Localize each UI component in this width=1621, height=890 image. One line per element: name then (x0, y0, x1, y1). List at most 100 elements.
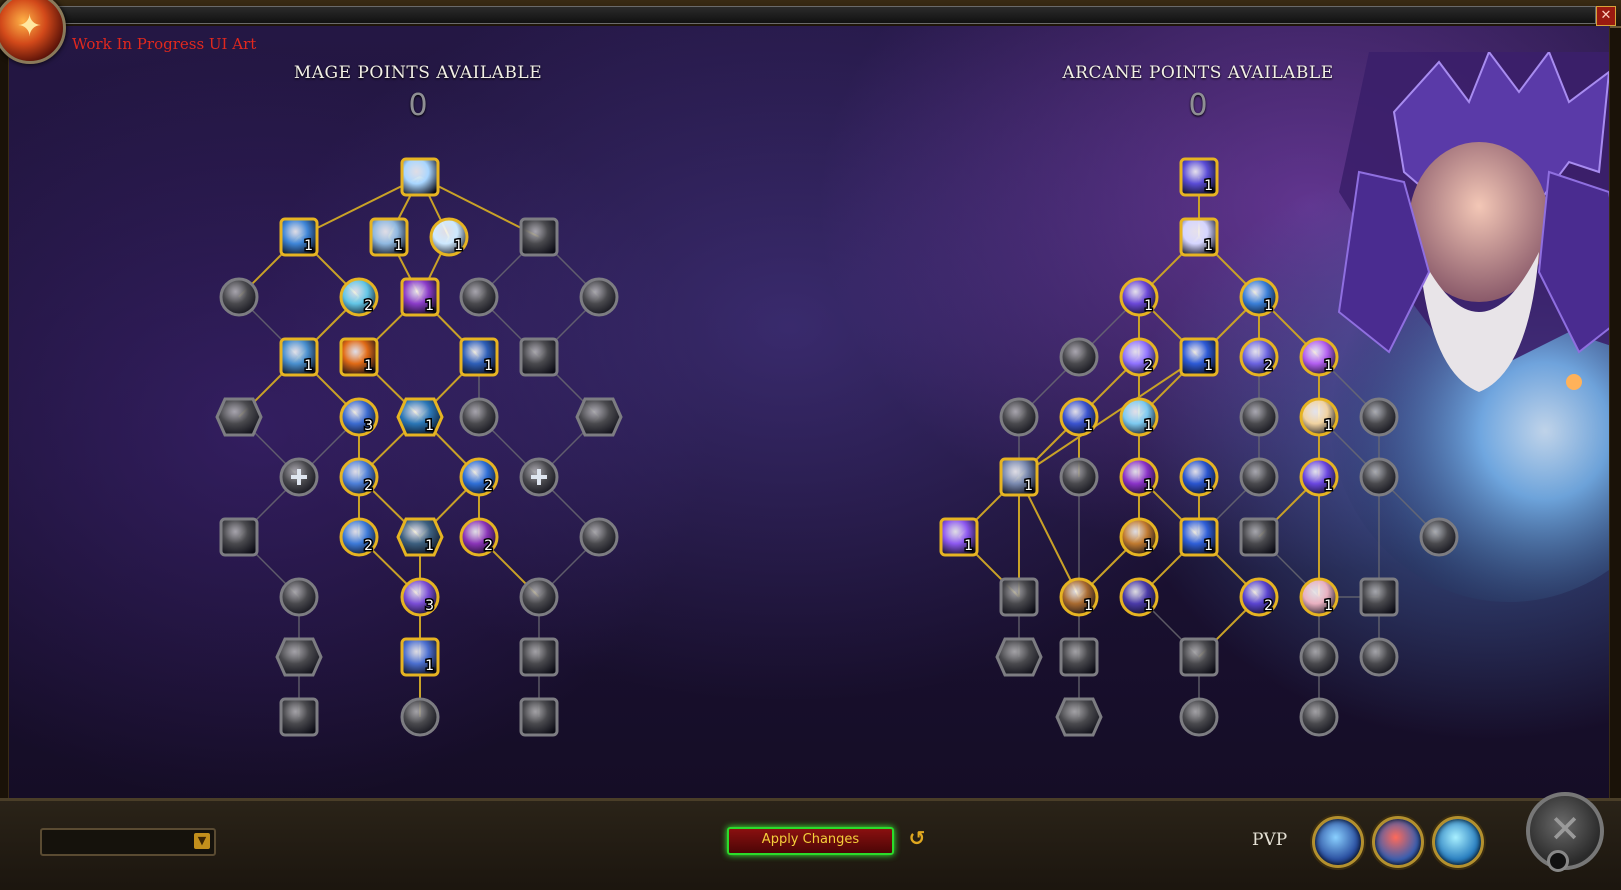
talent-node-a31[interactable]: 2 (1239, 577, 1279, 617)
loadout-dropdown[interactable]: ▼ (40, 828, 216, 856)
talent-node-a18[interactable]: 1 (1119, 457, 1159, 497)
talent-node-a25[interactable]: 1 (1179, 517, 1219, 557)
talent-node-m33[interactable]: 1 (400, 637, 440, 677)
talent-node-m1[interactable] (400, 157, 440, 197)
supernova-icon[interactable] (1059, 457, 1099, 497)
talent-node-m12[interactable]: 1 (339, 337, 379, 377)
chevron-down-icon[interactable]: ▼ (194, 833, 210, 849)
cyclone-icon[interactable] (1239, 457, 1279, 497)
talent-node-m28[interactable] (579, 517, 619, 557)
frozen-touch-icon[interactable] (279, 577, 319, 617)
talent-node-m2[interactable]: 1 (279, 217, 319, 257)
dragon-breath-icon[interactable] (579, 277, 619, 317)
talent-node-m5[interactable] (519, 217, 559, 257)
talent-node-m17[interactable]: 1 (396, 397, 444, 437)
talent-node-a12[interactable]: 1 (1119, 397, 1159, 437)
talent-node-a41[interactable] (1299, 697, 1339, 737)
talent-node-m34[interactable] (519, 637, 559, 677)
talent-node-a16[interactable]: 1 (999, 457, 1039, 497)
talent-node-m18[interactable] (459, 397, 499, 437)
talent-node-a11[interactable]: 1 (1059, 397, 1099, 437)
spellsteal-icon[interactable] (519, 337, 559, 377)
talent-node-a24[interactable]: 1 (1119, 517, 1159, 557)
talent-node-m11[interactable]: 1 (279, 337, 319, 377)
talent-node-a35[interactable] (1059, 637, 1099, 677)
tempest-barrier-icon[interactable] (459, 397, 499, 437)
talent-node-a23[interactable]: 1 (939, 517, 979, 557)
meteor-icon[interactable] (519, 697, 559, 737)
talent-node-a26[interactable] (1239, 517, 1279, 557)
talent-node-m19[interactable] (575, 397, 623, 437)
talent-node-m36[interactable] (400, 697, 440, 737)
star-flare-icon[interactable] (1419, 517, 1459, 557)
arcane-infinity-icon[interactable] (1179, 697, 1219, 737)
arcane-ward-icon[interactable] (1239, 517, 1279, 557)
talent-node-m10[interactable] (579, 277, 619, 317)
talent-node-a2[interactable]: 1 (1179, 217, 1219, 257)
talent-node-m32[interactable] (275, 637, 323, 677)
radiant-spark-icon[interactable] (1299, 637, 1339, 677)
talent-node-a39[interactable] (1055, 697, 1103, 737)
rune-of-power-icon[interactable] (579, 517, 619, 557)
arcing-cleave-icon[interactable] (999, 577, 1039, 617)
talent-node-a1[interactable]: 1 (1179, 157, 1219, 197)
boot-icon[interactable] (999, 397, 1039, 437)
talent-node-a36[interactable] (1179, 637, 1219, 677)
talent-node-a8[interactable]: 2 (1239, 337, 1279, 377)
talent-node-a17[interactable] (1059, 457, 1099, 497)
talent-node-m20[interactable] (279, 457, 319, 497)
time-anomaly-icon[interactable] (1055, 697, 1103, 737)
ice-floes-icon[interactable] (396, 397, 444, 437)
talent-node-m30[interactable]: 3 (400, 577, 440, 617)
arcane-focus-icon[interactable] (1179, 637, 1219, 677)
talent-node-a15[interactable] (1359, 397, 1399, 437)
pvp-talent-slot-1-icon[interactable] (1312, 816, 1364, 868)
talent-node-a20[interactable] (1239, 457, 1279, 497)
talent-node-a6[interactable]: 2 (1119, 337, 1159, 377)
clock-icon[interactable] (459, 277, 499, 317)
talent-node-m31[interactable] (519, 577, 559, 617)
talent-node-a21[interactable]: 1 (1299, 457, 1339, 497)
talent-node-m4[interactable]: 1 (429, 217, 469, 257)
orb-barrage-icon[interactable] (1359, 457, 1399, 497)
talent-node-a5[interactable] (1059, 337, 1099, 377)
pvp-talent-slot-3-icon[interactable] (1432, 816, 1484, 868)
orb-mastery-icon[interactable] (1059, 637, 1099, 677)
talent-node-m13[interactable]: 1 (459, 337, 499, 377)
ice-barrier-icon[interactable] (400, 157, 440, 197)
ring-of-frost-icon[interactable] (575, 397, 623, 437)
talent-node-a29[interactable]: 1 (1059, 577, 1099, 617)
greater-invisibility-icon[interactable] (275, 637, 323, 677)
mirror-image-icon[interactable] (519, 217, 559, 257)
undo-icon[interactable]: ↺ (905, 826, 929, 850)
talent-node-m21[interactable]: 2 (339, 457, 379, 497)
talent-node-m15[interactable] (215, 397, 263, 437)
talent-node-a9[interactable]: 1 (1299, 337, 1339, 377)
talent-node-a40[interactable] (1179, 697, 1219, 737)
freezing-cold-icon[interactable] (279, 697, 319, 737)
talent-node-m8[interactable]: 1 (400, 277, 440, 317)
talent-node-a32[interactable]: 1 (1299, 577, 1339, 617)
talent-node-a14[interactable]: 1 (1299, 397, 1339, 437)
talent-node-a7[interactable]: 1 (1179, 337, 1219, 377)
dragons-breath-icon[interactable] (519, 637, 559, 677)
talent-node-a22[interactable] (1359, 457, 1399, 497)
chrono-shift-icon[interactable] (1239, 397, 1279, 437)
displacement-icon[interactable] (519, 577, 559, 617)
talent-node-a30[interactable]: 1 (1119, 577, 1159, 617)
talent-node-m9[interactable] (459, 277, 499, 317)
talent-node-m14[interactable] (519, 337, 559, 377)
talent-node-m24[interactable] (219, 517, 259, 557)
nether-tempest-icon[interactable] (1059, 337, 1099, 377)
talent-node-m27[interactable]: 2 (459, 517, 499, 557)
talent-node-a38[interactable] (1359, 637, 1399, 677)
talent-node-m35[interactable] (279, 697, 319, 737)
foresight-icon[interactable] (1359, 577, 1399, 617)
talent-node-m22[interactable]: 2 (459, 457, 499, 497)
talent-node-a33[interactable] (1359, 577, 1399, 617)
talent-node-m37[interactable] (519, 697, 559, 737)
talent-node-m6[interactable] (219, 277, 259, 317)
apply-changes-button[interactable]: Apply Changes (727, 827, 894, 855)
pvp-talent-slot-2-icon[interactable] (1372, 816, 1424, 868)
talent-node-a37[interactable] (1299, 637, 1339, 677)
